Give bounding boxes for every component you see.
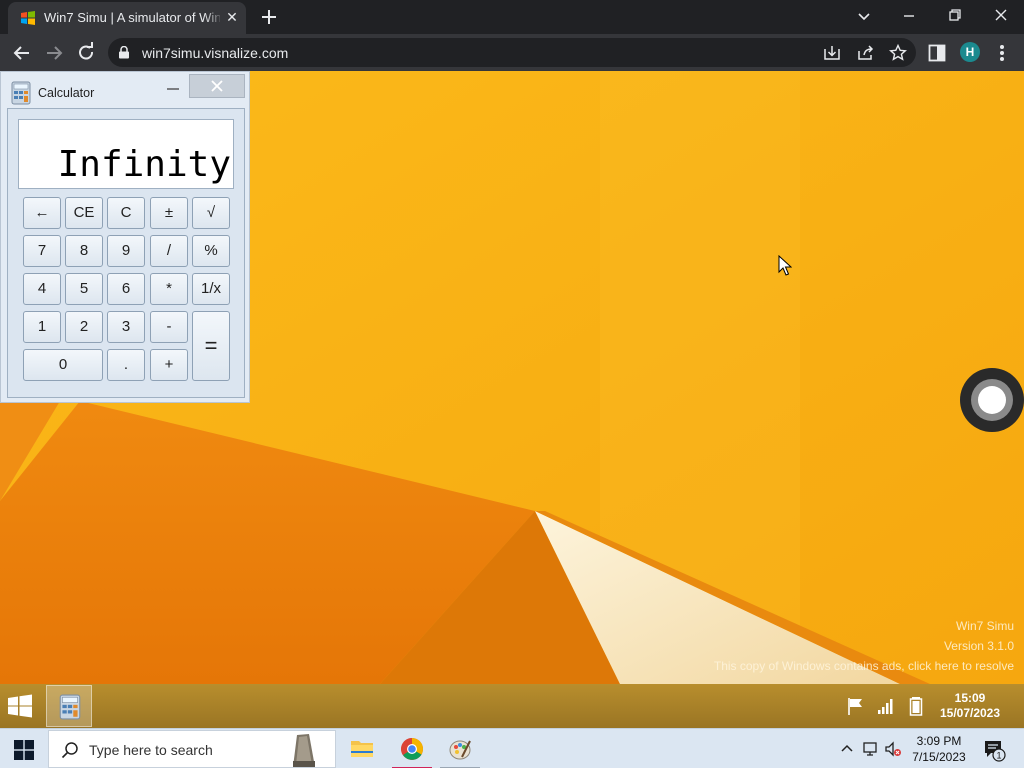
win7-simu-favicon-icon — [21, 11, 35, 25]
address-bar[interactable]: win7simu.visnalize.com — [108, 38, 916, 67]
calc-key-equals[interactable]: = — [192, 311, 230, 381]
calc-key-backspace[interactable]: ← — [23, 197, 61, 229]
chrome-icon — [401, 738, 423, 760]
host-clock-time: 3:09 PM — [916, 734, 962, 748]
bookmark-star-icon[interactable] — [888, 43, 908, 63]
calc-key-divide[interactable]: / — [150, 235, 188, 267]
watermark-version: Version 3.1.0 — [943, 639, 1014, 653]
host-taskbar-file-explorer[interactable] — [338, 729, 386, 768]
tab-search-chevron-down-icon[interactable] — [854, 6, 874, 26]
calc-key-decimal[interactable]: . — [107, 349, 145, 381]
search-highlight-image — [293, 734, 315, 767]
host-start-windows-icon[interactable] — [14, 740, 34, 760]
back-arrow-icon[interactable] — [10, 41, 34, 65]
tab-close-icon[interactable]: ✕ — [224, 9, 240, 25]
calculator-titlebar[interactable]: Calculator — [1, 72, 249, 108]
host-taskbar: Type here to search 3:09 PM 7/15/2023 1 — [0, 728, 1024, 768]
calculator-title: Calculator — [38, 86, 95, 100]
search-icon — [61, 742, 78, 759]
simulated-clock[interactable]: 15:09 15/07/2023 — [930, 691, 1010, 721]
browser-tab-strip: Win7 Simu | A simulator of Windows 7 ✕ — [0, 0, 1024, 34]
calc-key-minus[interactable]: - — [150, 311, 188, 343]
host-taskbar-chrome[interactable] — [388, 729, 436, 768]
calculator-app-icon — [59, 694, 81, 720]
calculator-display-value: Infinity — [57, 144, 231, 185]
calc-key-6[interactable]: 6 — [107, 273, 145, 305]
simulated-taskbar: 15:09 15/07/2023 — [0, 684, 1024, 728]
calc-key-5[interactable]: 5 — [65, 273, 103, 305]
calc-key-negate[interactable]: ± — [150, 197, 188, 229]
calc-key-plus[interactable]: + — [150, 349, 188, 381]
url-text: win7simu.visnalize.com — [142, 45, 289, 61]
calc-key-percent[interactable]: % — [192, 235, 230, 267]
calc-key-2[interactable]: 2 — [65, 311, 103, 343]
host-network-icon[interactable] — [862, 740, 880, 758]
profile-avatar[interactable]: H — [960, 42, 980, 62]
forward-arrow-icon[interactable] — [42, 41, 66, 65]
calculator-minimize-icon[interactable] — [159, 78, 187, 98]
calculator-close-button[interactable] — [189, 74, 245, 98]
watermark-resolve-link[interactable]: This copy of Windows contains ads, click… — [714, 656, 1014, 676]
show-hidden-icons-chevron-up-icon[interactable] — [838, 740, 856, 758]
calculator-body: Infinity ← CE C ± √ 7 8 9/% 4 5 6 * 1/x 1 2 3- = 0. + — [7, 108, 245, 398]
simulated-clock-date: 15/07/2023 — [939, 706, 1001, 720]
window-close-icon[interactable] — [990, 4, 1012, 26]
tab-title: Win7 Simu | A simulator of Windows 7 — [44, 10, 220, 25]
calc-key-sqrt[interactable]: √ — [192, 197, 230, 229]
volume-muted-icon[interactable] — [884, 740, 902, 758]
search-placeholder: Type here to search — [89, 742, 213, 758]
host-clock-date: 7/15/2023 — [912, 750, 966, 764]
browser-toolbar: win7simu.visnalize.com H — [0, 34, 1024, 71]
lock-icon[interactable] — [118, 46, 130, 59]
calc-key-9[interactable]: 9 — [107, 235, 145, 267]
window-restore-icon[interactable] — [944, 4, 966, 26]
calc-key-3[interactable]: 3 — [107, 311, 145, 343]
calc-key-7[interactable]: 7 — [23, 235, 61, 267]
desktop[interactable]: Calculator Infinity ← CE C ± √ 7 8 9/% 4 5 6 * 1/x 1 2… — [0, 71, 1024, 684]
host-taskbar-paint[interactable] — [436, 729, 484, 768]
share-icon[interactable] — [856, 43, 876, 63]
simulated-start-windows-icon[interactable] — [6, 694, 34, 718]
battery-icon[interactable] — [906, 696, 926, 716]
paint-palette-icon — [449, 740, 471, 760]
notification-count: 1 — [996, 751, 1001, 761]
host-clock[interactable]: 3:09 PM 7/15/2023 — [904, 733, 974, 765]
simulated-taskbar-calculator-button[interactable] — [46, 685, 92, 727]
simulated-clock-time: 15:09 — [954, 691, 986, 705]
calc-key-8[interactable]: 8 — [65, 235, 103, 267]
action-center-flag-icon[interactable] — [846, 696, 866, 716]
calc-key-ce[interactable]: CE — [65, 197, 103, 229]
reload-icon[interactable] — [74, 41, 98, 65]
install-app-icon[interactable] — [822, 43, 842, 63]
browser-menu-kebab-icon[interactable] — [994, 42, 1010, 64]
calc-key-c[interactable]: C — [107, 197, 145, 229]
close-icon — [211, 80, 223, 92]
calc-key-multiply[interactable]: * — [150, 273, 188, 305]
host-search-box[interactable]: Type here to search — [48, 730, 336, 768]
side-panel-icon[interactable] — [928, 44, 946, 62]
browser-tab-active[interactable]: Win7 Simu | A simulator of Windows 7 ✕ — [8, 2, 246, 34]
new-tab-plus-icon[interactable] — [258, 6, 280, 28]
window-minimize-icon[interactable] — [898, 4, 920, 26]
calculator-window[interactable]: Calculator Infinity ← CE C ± √ 7 8 9/% 4 5 6 * 1/x 1 2… — [0, 71, 250, 403]
notification-center-icon[interactable]: 1 — [982, 738, 1006, 762]
calc-key-1[interactable]: 1 — [23, 311, 61, 343]
activation-watermark: Win7 Simu Version 3.1.0 This copy of Win… — [714, 616, 1014, 676]
tab-title-fade — [204, 6, 224, 30]
calc-key-4[interactable]: 4 — [23, 273, 61, 305]
calc-key-0[interactable]: 0 — [23, 349, 103, 381]
calculator-display: Infinity — [18, 119, 234, 189]
calculator-app-icon — [11, 81, 31, 105]
floating-assistant-button[interactable] — [960, 368, 1024, 432]
network-signal-icon[interactable] — [876, 696, 896, 716]
folder-icon — [351, 741, 373, 757]
mouse-cursor-icon — [778, 255, 792, 276]
calc-key-reciprocal[interactable]: 1/x — [192, 273, 230, 305]
watermark-product: Win7 Simu — [955, 619, 1014, 633]
